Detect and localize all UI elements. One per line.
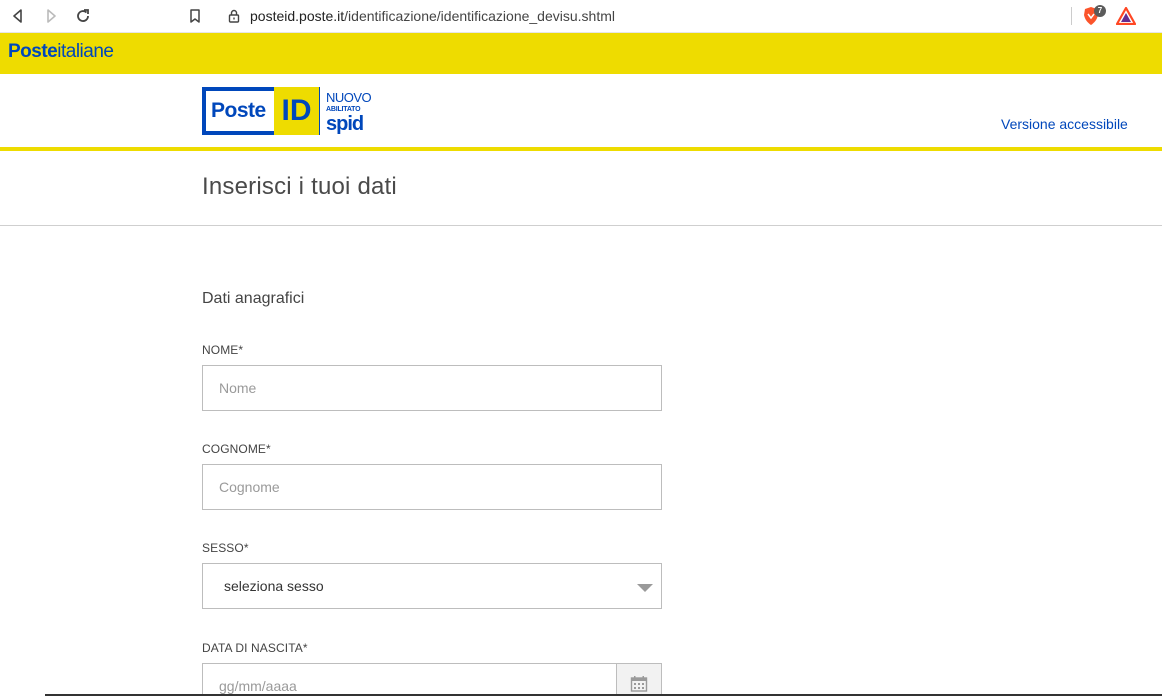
sesso-label: SESSO* xyxy=(202,541,249,555)
posteid-spid-logo: Poste ID NUOVO ABILITATO spid xyxy=(202,87,378,135)
cognome-label: COGNOME* xyxy=(202,442,271,456)
cognome-input[interactable] xyxy=(203,465,661,509)
browser-toolbar: posteid.poste.it/identificazione/identif… xyxy=(0,0,1162,33)
brave-badge: 7 xyxy=(1094,5,1106,17)
data-nascita-field[interactable] xyxy=(202,663,662,696)
sesso-selected-value: seleziona sesso xyxy=(224,578,324,594)
section-title: Dati anagrafici xyxy=(202,290,305,307)
nome-field[interactable] xyxy=(202,365,662,411)
brave-rewards-icon[interactable] xyxy=(1115,6,1137,26)
posteitaliane-logo[interactable]: Posteitaliane xyxy=(8,41,114,63)
logo-abilitato-text: ABILITATO xyxy=(326,106,361,113)
url-text: posteid.poste.it/identificazione/identif… xyxy=(250,8,615,24)
nome-label: NOME* xyxy=(202,343,244,357)
site-header: Poste ID NUOVO ABILITATO spid Versione a… xyxy=(0,74,1162,151)
title-section: Inserisci i tuoi dati xyxy=(0,151,1162,226)
bookmark-icon[interactable] xyxy=(185,6,205,26)
address-separator xyxy=(1071,7,1072,25)
logo-id-text: ID xyxy=(274,87,319,135)
sesso-select[interactable]: seleziona sesso xyxy=(202,563,662,609)
reload-icon[interactable] xyxy=(73,6,93,26)
logo-spid-text: spid xyxy=(326,113,364,135)
calendar-icon xyxy=(630,675,648,696)
lock-icon[interactable] xyxy=(228,9,240,23)
data-nascita-label: DATA DI NASCITA* xyxy=(202,641,308,655)
poste-banner: Posteitaliane xyxy=(0,33,1162,74)
forward-icon[interactable] xyxy=(41,6,61,26)
accessible-version-link[interactable]: Versione accessibile xyxy=(1001,116,1128,132)
page-title: Inserisci i tuoi dati xyxy=(202,173,397,200)
cognome-field[interactable] xyxy=(202,464,662,510)
logo-nuovo-text: NUOVO xyxy=(326,90,372,105)
address-bar[interactable]: posteid.poste.it/identificazione/identif… xyxy=(216,2,1144,30)
calendar-button[interactable] xyxy=(616,664,661,696)
brave-shield-icon[interactable]: 7 xyxy=(1082,5,1106,26)
chevron-down-icon[interactable] xyxy=(637,584,653,592)
posteid-logo-box: Poste ID xyxy=(202,87,320,135)
nome-input[interactable] xyxy=(203,366,661,410)
logo-poste-text: Poste xyxy=(211,99,266,122)
back-icon[interactable] xyxy=(8,6,28,26)
data-nascita-input[interactable] xyxy=(203,664,661,696)
spid-logo: NUOVO ABILITATO spid xyxy=(326,87,378,135)
